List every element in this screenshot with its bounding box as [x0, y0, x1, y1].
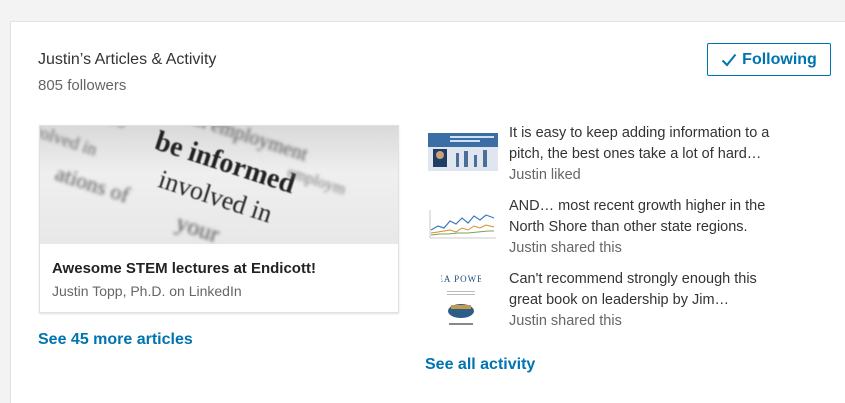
see-all-activity-link[interactable]: See all activity: [425, 356, 535, 374]
book-title: SEA POWER: [441, 274, 481, 284]
activity-text: Can't recommend strongly enough this gre…: [509, 271, 757, 308]
svg-text:involved in: involved in: [40, 126, 100, 160]
article-title[interactable]: Awesome STEM lectures at Endicott!: [52, 260, 316, 277]
image-word-3: your: [173, 210, 223, 244]
article-author: Justin Topp, Ph.D. on LinkedIn: [52, 283, 242, 299]
svg-text:ations of: ations of: [52, 160, 133, 208]
activity-item[interactable]: SEA POWER Can't recommend strongly enoug…: [428, 269, 818, 331]
activity-item[interactable]: It is easy to keep adding information to…: [428, 123, 818, 185]
section-title: Justin’s Articles & Activity: [38, 51, 217, 68]
activity-item[interactable]: AND… most recent growth higher in the No…: [428, 196, 818, 258]
articles-activity-card: Justin’s Articles & Activity 805 followe…: [10, 21, 845, 403]
following-button[interactable]: Following: [707, 43, 831, 76]
activity-meta: Justin shared this: [509, 240, 622, 256]
activity-thumbnail: [428, 133, 498, 171]
see-more-articles-link[interactable]: See 45 more articles: [38, 331, 193, 349]
activity-text: AND… most recent growth higher in the No…: [509, 198, 766, 235]
check-icon: [721, 53, 737, 66]
activity-meta: Justin shared this: [509, 313, 622, 329]
activity-text: It is easy to keep adding information to…: [509, 125, 770, 162]
activity-thumbnail: SEA POWER: [441, 269, 481, 329]
following-label: Following: [742, 50, 817, 68]
svg-text:employm: employm: [285, 164, 348, 199]
activity-meta: Justin liked: [509, 167, 581, 183]
featured-article-card[interactable]: opean youth employment of the Euro be in…: [39, 125, 399, 313]
article-image: opean youth employment of the Euro be in…: [40, 126, 398, 244]
followers-count: 805 followers: [38, 77, 127, 94]
dictionary-image: opean youth employment of the Euro be in…: [40, 126, 348, 244]
activity-thumbnail: [428, 206, 498, 244]
